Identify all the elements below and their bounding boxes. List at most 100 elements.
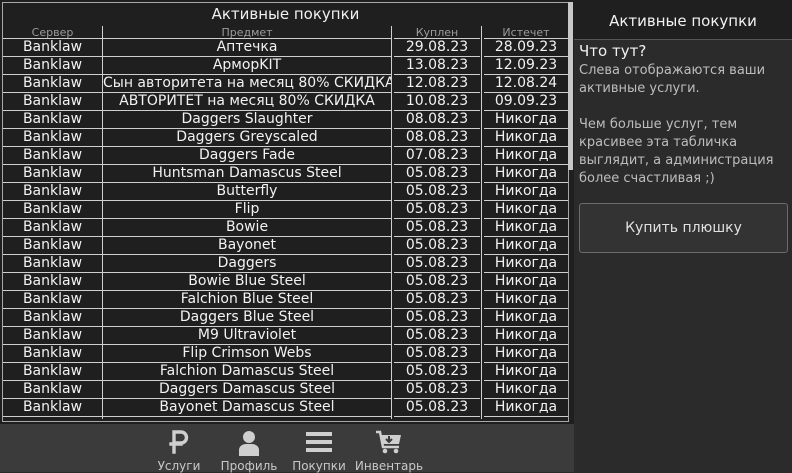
cell-server: Banklaw — [3, 129, 102, 147]
cell-item: Bowie — [103, 219, 391, 237]
sidebar-header: Активные покупки — [574, 0, 792, 40]
table-row[interactable]: Banklaw Butterfly 05.08.23 Никогда — [3, 183, 568, 201]
cell-server: Banklaw — [3, 165, 102, 183]
info-text: Слева отображаются ваши активные услуги.… — [579, 63, 774, 186]
cell-server: Banklaw — [3, 255, 102, 273]
cell-server: Banklaw — [3, 273, 102, 291]
cell-bought: 29.08.23 — [394, 39, 480, 57]
cell-expires: Никогда — [484, 165, 568, 183]
table-row[interactable]: Banklaw Аптечка 29.08.23 28.09.23 — [3, 39, 568, 57]
table-row[interactable]: Banklaw Daggers Damascus Steel 05.08.23 Ник… — [3, 381, 568, 399]
cell-bought: 05.08.23 — [394, 309, 480, 327]
cell-bought: 05.08.23 — [394, 255, 480, 273]
table-row[interactable]: Banklaw Bowie Blue Steel 05.08.23 Никогда — [3, 273, 568, 291]
table-row[interactable]: Banklaw Daggers Fade 07.08.23 Никогда — [3, 147, 568, 165]
cell-server: Banklaw — [3, 219, 102, 237]
cell-bought: 05.08.23 — [394, 399, 480, 417]
nav-label-profile: Профиль — [220, 459, 278, 473]
cell-item: Bayonet — [103, 237, 391, 255]
cell-server: Banklaw — [3, 399, 102, 417]
nav-label-inventory: Инвентарь — [354, 459, 424, 473]
table-row[interactable]: Banklaw Daggers 05.08.23 Никогда — [3, 255, 568, 273]
cell-item: Daggers Fade — [103, 147, 391, 165]
table-title: Активные покупки — [211, 5, 360, 23]
cell-item: Daggers Greyscaled — [103, 129, 391, 147]
buy-button[interactable]: Купить плюшку — [579, 203, 788, 253]
table-row[interactable]: Banklaw Bayonet Damascus Steel 05.08.23 Ник… — [3, 399, 568, 417]
cell-expires: Никогда — [484, 201, 568, 219]
header-expires[interactable]: Истечет — [484, 26, 568, 39]
cell-expires: Никогда — [484, 147, 568, 165]
cell-server: Banklaw — [3, 111, 102, 129]
cell-expires: Никогда — [484, 381, 568, 399]
cell-server: Banklaw — [3, 75, 102, 93]
cell-bought: 05.08.23 — [394, 345, 480, 363]
cell-item: Bowie Blue Steel — [103, 273, 391, 291]
nav-item-inventory[interactable]: Инвентарь — [354, 424, 424, 473]
cell-item: Huntsman Damascus Steel — [103, 165, 391, 183]
cell-bought: 05.08.23 — [394, 273, 480, 291]
cell-item: АВТОРИТЕТ на месяц 80% СКИДКА — [103, 93, 391, 111]
cell-bought: 05.08.23 — [394, 183, 480, 201]
table-row[interactable]: Banklaw Daggers Slaughter 08.08.23 Никогда — [3, 111, 568, 129]
table-header-row: Сервер Предмет Куплен Истечет — [3, 26, 568, 39]
table-row[interactable]: Banklaw АВТОРИТЕТ на месяц 80% СКИДКА 10.0… — [3, 93, 568, 111]
cell-bought: 05.08.23 — [394, 381, 480, 399]
nav-item-services[interactable]: Услуги — [144, 424, 214, 473]
cell-expires: Никогда — [484, 255, 568, 273]
cell-bought: 05.08.23 — [394, 165, 480, 183]
cell-server: Banklaw — [3, 327, 102, 345]
cell-server: Banklaw — [3, 381, 102, 399]
cell-expires: Никогда — [484, 291, 568, 309]
cell-expires: 09.09.23 — [484, 93, 568, 111]
table-row[interactable]: Banklaw Daggers Blue Steel 05.08.23 Никогда — [3, 309, 568, 327]
cell-expires: 12.09.23 — [484, 57, 568, 75]
cell-expires: Никогда — [484, 399, 568, 417]
cell-expires: 28.09.23 — [484, 39, 568, 57]
cell-item: Falchion Damascus Steel — [103, 363, 391, 381]
cell-bought: 05.08.23 — [394, 327, 480, 345]
cell-expires: Никогда — [484, 345, 568, 363]
table-row[interactable]: Banklaw Huntsman Damascus Steel 05.08.23 Ни… — [3, 165, 568, 183]
cell-expires: Никогда — [484, 237, 568, 255]
header-server[interactable]: Сервер — [3, 26, 102, 39]
table-scrollbar[interactable] — [568, 2, 573, 170]
cell-bought: 10.08.23 — [394, 93, 480, 111]
table-row[interactable]: Banklaw Bayonet 05.08.23 Никогда — [3, 237, 568, 255]
table-row[interactable]: Banklaw АрморKIT 13.08.23 12.09.23 — [3, 57, 568, 75]
cell-bought: 08.08.23 — [394, 111, 480, 129]
table-row[interactable]: Banklaw Bowie 05.08.23 Никогда — [3, 219, 568, 237]
table-row[interactable]: Banklaw Flip Crimson Webs 05.08.23 Никогда — [3, 345, 568, 363]
cell-server: Banklaw — [3, 201, 102, 219]
cell-item: Сын авторитета на месяц 80% СКИДКА — [103, 75, 391, 93]
cell-expires: 12.08.24 — [484, 75, 568, 93]
cell-expires: Никогда — [484, 111, 568, 129]
table-row[interactable]: Banklaw Flip 05.08.23 Никогда — [3, 201, 568, 219]
table-row[interactable]: Banklaw Falchion Damascus Steel 05.08.23 Ни… — [3, 363, 568, 381]
cell-item: Falchion Blue Steel — [103, 291, 391, 309]
cell-bought: 05.08.23 — [394, 219, 480, 237]
cell-bought: 12.08.23 — [394, 75, 480, 93]
nav-item-purchases[interactable]: Покупки — [284, 424, 354, 473]
cell-item: Daggers Damascus Steel — [103, 381, 391, 399]
table-row[interactable]: Banklaw M9 Ultraviolet 05.08.23 Никогда — [3, 327, 568, 345]
cell-item: M9 Ultraviolet — [103, 327, 391, 345]
header-bought[interactable]: Куплен — [394, 26, 480, 39]
nav-item-profile[interactable]: Профиль — [214, 424, 284, 473]
cell-server: Banklaw — [3, 237, 102, 255]
info-title: Что тут? — [579, 42, 647, 60]
table-row[interactable]: Banklaw Falchion Blue Steel 05.08.23 Никогд… — [3, 291, 568, 309]
cell-item: Flip — [103, 201, 391, 219]
purchases-panel: Активные покупки Сервер Предмет Куплен И… — [0, 0, 574, 473]
table-row[interactable]: Banklaw Daggers Greyscaled 08.08.23 Никогда — [3, 129, 568, 147]
cell-item: АрморKIT — [103, 57, 391, 75]
cell-bought: 08.08.23 — [394, 129, 480, 147]
cell-expires: Никогда — [484, 309, 568, 327]
cell-expires: Никогда — [484, 327, 568, 345]
cell-server: Banklaw — [3, 93, 102, 111]
header-item[interactable]: Предмет — [103, 26, 391, 39]
table-row[interactable]: Banklaw Сын авторитета на месяц 80% СКИДК… — [3, 75, 568, 93]
cell-expires: Никогда — [484, 273, 568, 291]
cell-bought: 05.08.23 — [394, 237, 480, 255]
cell-server: Banklaw — [3, 345, 102, 363]
